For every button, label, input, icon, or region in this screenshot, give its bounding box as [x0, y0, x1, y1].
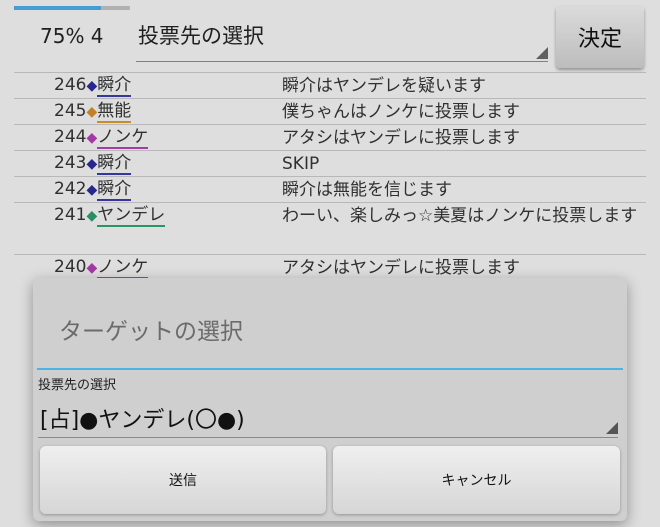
target-select-dialog: ターゲットの選択 投票先の選択 [占]●ヤンデレ(〇●) 送信 キャンセル — [33, 278, 627, 521]
dialog-title-divider — [37, 368, 623, 370]
vote-target-spinner[interactable]: [占]●ヤンデレ(〇●) — [38, 394, 618, 438]
send-button[interactable]: 送信 — [40, 446, 326, 514]
vote-target-selected-value: [占]●ヤンデレ(〇●) — [40, 408, 245, 433]
dropdown-arrow-icon — [606, 422, 618, 434]
dialog-title: ターゲットの選択 — [59, 319, 243, 345]
cancel-button[interactable]: キャンセル — [333, 446, 620, 514]
vote-target-field-label: 投票先の選択 — [38, 378, 117, 393]
